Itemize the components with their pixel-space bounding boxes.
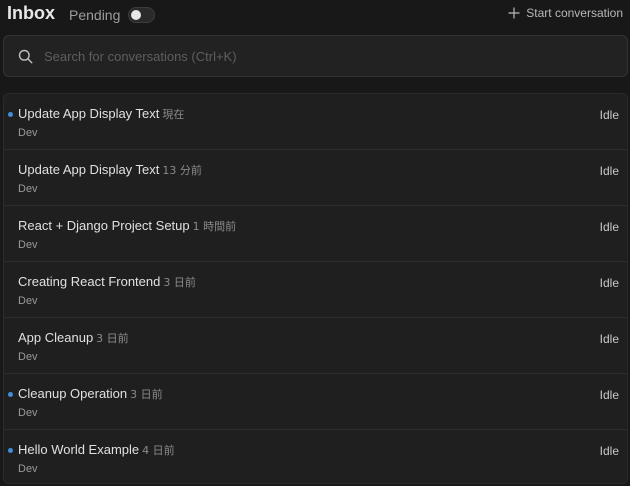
conversation-time: 1 時間前 (192, 220, 237, 233)
conversation-title: Hello World Example (18, 442, 140, 457)
conversation-workspace: Dev (18, 295, 38, 307)
unread-dot (8, 392, 13, 397)
conversation-title-line: App Cleanup 3 日前 (18, 330, 129, 346)
pending-toggle[interactable] (128, 7, 156, 23)
conversation-title: Update App Display Text (18, 162, 160, 177)
conversation-workspace: Dev (18, 239, 38, 251)
inbox-header: Inbox Pending Start conversation (0, 0, 630, 30)
conversation-title: React + Django Project Setup (18, 218, 190, 233)
conversation-title-line: React + Django Project Setup 1 時間前 (18, 218, 236, 234)
conversation-row[interactable]: Hello World Example 4 日前 Dev Idle (4, 430, 627, 483)
conversation-row[interactable]: Creating React Frontend 3 日前 Dev Idle (4, 262, 627, 318)
page-title: Inbox (7, 3, 55, 23)
conversation-row[interactable]: React + Django Project Setup 1 時間前 Dev Id… (4, 206, 627, 262)
conversation-time: 3 日前 (130, 388, 163, 401)
plus-icon (508, 7, 520, 19)
conversation-time: 4 日前 (142, 444, 175, 457)
conversation-title-line: Update App Display Text 現在 (18, 106, 184, 122)
conversation-title-line: Creating React Frontend 3 日前 (18, 274, 196, 290)
start-conversation-button[interactable]: Start conversation (508, 6, 623, 20)
conversation-workspace: Dev (18, 183, 38, 195)
search-box[interactable] (3, 35, 628, 77)
conversation-status: Idle (599, 108, 619, 122)
start-conversation-label: Start conversation (526, 6, 623, 20)
app-window: Inbox Pending Start conversation Update … (0, 0, 630, 486)
conversation-title-line: Hello World Example 4 日前 (18, 442, 175, 458)
conversation-row[interactable]: Cleanup Operation 3 日前 Dev Idle (4, 374, 627, 430)
conversation-time: 現在 (162, 108, 185, 121)
conversation-workspace: Dev (18, 407, 38, 419)
unread-dot (8, 448, 13, 453)
conversation-status: Idle (599, 388, 619, 402)
conversation-row[interactable]: Update App Display Text 現在 Dev Idle (4, 94, 627, 150)
pending-filter: Pending (69, 5, 156, 25)
conversation-title-line: Update App Display Text 13 分前 (18, 162, 202, 178)
conversation-workspace: Dev (18, 351, 38, 363)
conversation-status: Idle (599, 444, 619, 458)
conversation-workspace: Dev (18, 463, 38, 475)
conversation-title: Update App Display Text (18, 106, 160, 121)
conversation-list: Update App Display Text 現在 Dev Idle Updat… (3, 93, 628, 484)
conversation-status: Idle (599, 164, 619, 178)
pending-label: Pending (69, 7, 121, 23)
conversation-status: Idle (599, 276, 619, 290)
conversation-time: 3 日前 (96, 332, 129, 345)
conversation-status: Idle (599, 220, 619, 234)
conversation-title: Cleanup Operation (18, 386, 128, 401)
conversation-row[interactable]: App Cleanup 3 日前 Dev Idle (4, 318, 627, 374)
search-icon (18, 49, 33, 64)
conversation-workspace: Dev (18, 127, 38, 139)
conversation-title: Creating React Frontend (18, 274, 161, 289)
unread-dot (8, 112, 13, 117)
conversation-title-line: Cleanup Operation 3 日前 (18, 386, 163, 402)
toggle-knob (131, 10, 142, 20)
conversation-status: Idle (599, 332, 619, 346)
search-input[interactable] (44, 36, 614, 76)
conversation-time: 13 分前 (162, 164, 202, 177)
conversation-time: 3 日前 (163, 276, 196, 289)
conversation-title: App Cleanup (18, 330, 94, 345)
conversation-row[interactable]: Update App Display Text 13 分前 Dev Idle (4, 150, 627, 206)
